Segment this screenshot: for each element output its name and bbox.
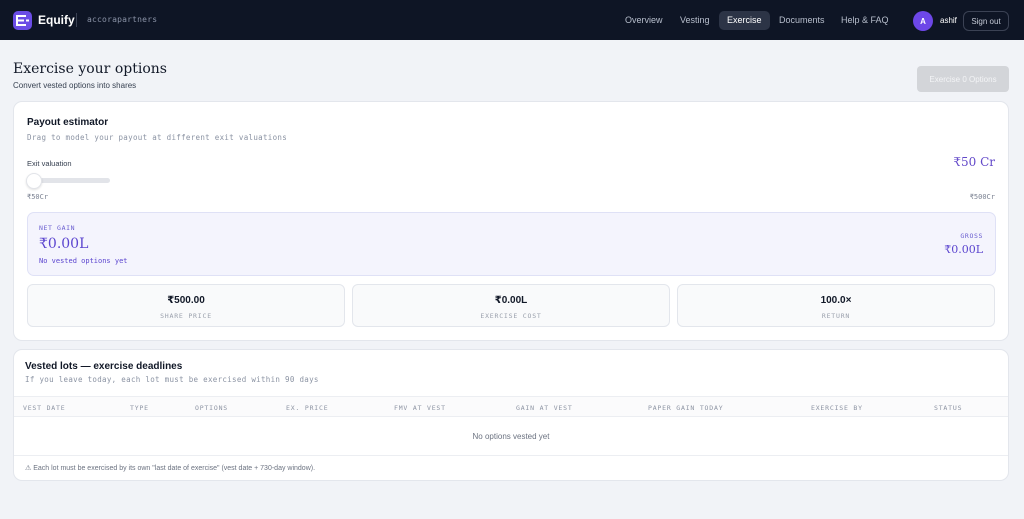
col-ex-price: EX. PRICE [286,404,329,412]
net-gain-panel: NET GAIN ₹0.00L No vested options yet GR… [27,212,996,276]
col-exercise-by: EXERCISE BY [811,404,863,412]
username: ashif [940,16,957,25]
lots-footnote: ⚠ Each lot must be exercised by its own … [25,465,316,472]
gross-label: GROSS [960,232,983,240]
col-vest-date: VEST DATE [23,404,66,412]
net-gain-note: No vested options yet [39,257,128,265]
exit-valuation-slider-track[interactable] [40,178,110,183]
slider-min-label: ₹50Cr [27,193,49,201]
nav-exercise[interactable]: Exercise [719,11,770,30]
payout-subtitle: Drag to model your payout at different e… [27,133,288,142]
col-fmv-at-vest: FMV AT VEST [394,404,446,412]
col-type: TYPE [130,404,149,412]
lots-table-header: VEST DATE TYPE OPTIONS EX. PRICE FMV AT … [14,396,1008,417]
exercise-cost-label: EXERCISE COST [480,312,542,320]
exit-valuation-label: Exit valuation [27,159,72,168]
equify-logo-icon[interactable] [13,11,32,30]
share-price-label: SHARE PRICE [160,312,212,320]
net-gain-label: NET GAIN [39,224,76,232]
net-gain-value: ₹0.00L [39,236,89,252]
exercise-cost-value: ₹0.00L [494,295,528,306]
nav-vesting[interactable]: Vesting [672,11,718,30]
top-nav-bar: Equify accorapartners Overview Vesting E… [0,0,1024,40]
stat-share-price: ₹500.00 SHARE PRICE [27,284,345,327]
col-options: OPTIONS [195,404,228,412]
col-paper-gain-today: PAPER GAIN TODAY [648,404,724,412]
payout-estimator-card: Payout estimator Drag to model your payo… [13,101,1009,341]
brand-divider [76,13,77,27]
sign-out-button[interactable]: Sign out [963,11,1009,31]
vested-lots-card: Vested lots — exercise deadlines If you … [13,349,1009,481]
exit-valuation-slider-handle[interactable] [26,173,42,189]
user-avatar[interactable]: A [913,11,933,31]
stat-return: 100.0× RETURN [677,284,995,327]
vested-lots-subtitle: If you leave today, each lot must be exe… [25,375,319,384]
page-title: Exercise your options [13,61,167,77]
col-gain-at-vest: GAIN AT VEST [516,404,573,412]
page-subtitle: Convert vested options into shares [13,81,137,90]
org-name: accorapartners [87,15,158,24]
return-value: 100.0× [820,295,852,306]
vested-lots-title: Vested lots — exercise deadlines [25,361,183,372]
stat-exercise-cost: ₹0.00L EXERCISE COST [352,284,670,327]
exit-valuation-value: ₹50 Cr [953,155,995,169]
slider-max-label: ₹500Cr [969,193,995,201]
gross-value: ₹0.00L [944,243,983,256]
share-price-value: ₹500.00 [167,295,205,306]
nav-help-faq[interactable]: Help & FAQ [833,11,897,30]
exercise-options-button[interactable]: Exercise 0 Options [917,66,1009,92]
payout-title: Payout estimator [27,117,109,128]
col-status: STATUS [934,404,963,412]
return-label: RETURN [821,312,851,320]
lots-empty-state: No options vested yet [14,417,1008,456]
brand-name[interactable]: Equify [38,13,75,27]
nav-documents[interactable]: Documents [771,11,833,30]
nav-overview[interactable]: Overview [617,11,671,30]
